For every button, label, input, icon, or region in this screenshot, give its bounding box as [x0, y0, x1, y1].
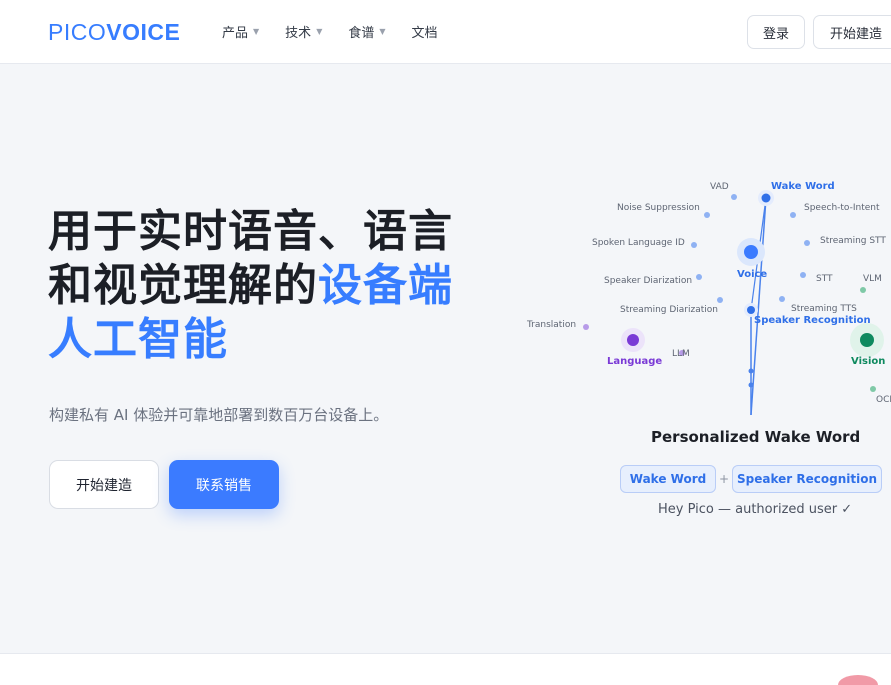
streaming-stt-label: Streaming STT [820, 236, 886, 246]
nav-item-technology[interactable]: 技术 ▼ [285, 22, 322, 41]
wake-word-chip: Wake Word [620, 465, 716, 493]
translation-label: Translation [527, 320, 577, 330]
language-label: Language [607, 356, 663, 367]
nav-item-recipes[interactable]: 食谱 ▼ [348, 22, 385, 41]
line-dot-2 [748, 382, 754, 388]
llm-label: LLM [672, 349, 690, 359]
plus-sign: + [719, 472, 730, 486]
nav-item-products[interactable]: 产品 ▼ [222, 22, 259, 41]
stt-dot [800, 272, 806, 278]
spoken-language-id-dot [691, 242, 697, 248]
hero-title-line-2-a: 和视觉理解的 [48, 260, 318, 311]
main-nav: 产品 ▼ 技术 ▼ 食谱 ▼ 文档 [222, 22, 464, 41]
ocr-label: OCR [876, 395, 891, 405]
vision-hub-dot [860, 333, 874, 347]
hero-title-line-1: 用于实时语音、语言 [48, 206, 453, 257]
contact-sales-button[interactable]: 联系销售 [169, 460, 279, 509]
voice-hub-dot [744, 245, 758, 259]
streaming-tts-dot [779, 296, 785, 302]
hero-title-accent: 设备端 [318, 260, 453, 311]
ocr-dot [870, 386, 876, 392]
line-dot-1 [748, 368, 754, 374]
start-building-header-button[interactable]: 开始建造 [813, 15, 891, 49]
streaming-diarization-dot [717, 297, 723, 303]
speaker-diarization-label: Speaker Diarization [604, 276, 693, 286]
vlm-dot [860, 287, 866, 293]
speech-to-intent-dot [790, 212, 796, 218]
streaming-diarization-label: Streaming Diarization [620, 305, 718, 315]
speaker-recognition-label: Speaker Recognition [754, 315, 871, 326]
speaker-diarization-dot [696, 274, 702, 280]
speech-to-intent-label: Speech-to-Intent [804, 203, 880, 213]
hero-title-line-3: 人工智能 [48, 314, 228, 365]
personalized-wake-word-title: Personalized Wake Word [651, 428, 861, 446]
speaker-recognition-chip: Speaker Recognition [732, 465, 882, 493]
start-building-button[interactable]: 开始建造 [49, 460, 159, 509]
vlm-label: VLM [863, 274, 882, 284]
chevron-down-icon: ▼ [253, 27, 260, 36]
hero-subtitle: 构建私有 AI 体验并可靠地部署到数百万台设备上。 [49, 406, 389, 424]
vision-label: Vision [851, 356, 886, 367]
language-hub-dot [627, 334, 639, 346]
stt-label: STT [816, 274, 833, 284]
next-section [0, 653, 891, 685]
noise-suppression-dot [704, 212, 710, 218]
nav-item-docs[interactable]: 文档 [412, 22, 438, 41]
vad-label: VAD [710, 182, 729, 192]
spoken-language-id-label: Spoken Language ID [592, 238, 685, 248]
voice-label: Voice [737, 269, 768, 280]
nav-label: 技术 [285, 26, 312, 41]
translation-dot [583, 324, 589, 330]
streaming-tts-label: Streaming TTS [791, 304, 857, 314]
vad-dot [731, 194, 737, 200]
hero-title: 用于实时语音、语言 和视觉理解的设备端 人工智能 [48, 205, 508, 367]
wake-word-label: Wake Word [771, 181, 835, 192]
nav-label: 食谱 [348, 26, 375, 41]
picovoice-logo[interactable]: PICOVOICE [48, 19, 180, 46]
site-header: PICOVOICE 产品 ▼ 技术 ▼ 食谱 ▼ 文档 登录 开始建造 [0, 0, 891, 64]
wake-word-dot [761, 193, 771, 203]
speaker-recognition-dot [747, 306, 755, 314]
chevron-down-icon: ▼ [316, 27, 323, 36]
nav-label: 文档 [411, 26, 438, 41]
hero-title-line-2: 和视觉理解的设备端 [48, 259, 508, 313]
nav-label: 产品 [222, 26, 249, 41]
streaming-stt-dot [804, 240, 810, 246]
chevron-down-icon: ▼ [379, 27, 386, 36]
noise-suppression-label: Noise Suppression [617, 203, 700, 213]
authorized-user-caption: Hey Pico — authorized user ✓ [658, 502, 853, 517]
login-button[interactable]: 登录 [747, 15, 805, 49]
capabilities-diagram: VAD Wake Word Noise Suppression Speech-t… [520, 170, 891, 430]
